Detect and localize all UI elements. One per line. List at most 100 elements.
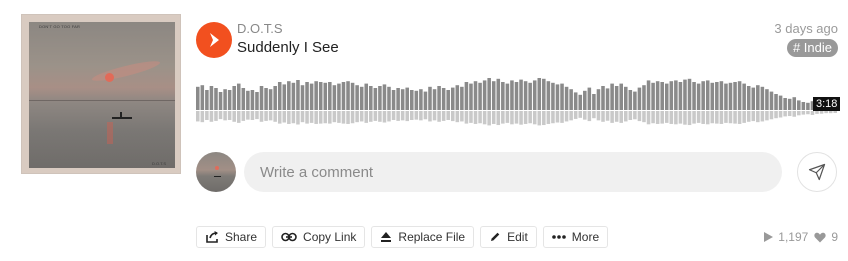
- waveform-bar: [318, 82, 323, 110]
- genre-tag[interactable]: # Indie: [786, 39, 838, 57]
- artist-name[interactable]: D.O.T.S: [237, 21, 283, 36]
- waveform-bar: [692, 82, 696, 110]
- more-button[interactable]: More: [542, 226, 609, 248]
- waveform-bar: [651, 82, 655, 110]
- waveform-bar: [624, 86, 628, 110]
- avatar-boat: [214, 176, 221, 177]
- waveform-bar: [450, 87, 455, 110]
- waveform-bar: [200, 85, 205, 110]
- waveform-bar: [646, 80, 651, 110]
- comment-input[interactable]: [244, 152, 782, 192]
- waveform-bar: [564, 86, 569, 110]
- waveform-bar: [382, 84, 387, 110]
- waveform-bar: [583, 90, 587, 110]
- waveform-bar: [314, 81, 318, 110]
- waveform-bar: [733, 82, 737, 110]
- waveform-reflection-bar: [328, 111, 332, 124]
- waveform-bar: [619, 83, 623, 110]
- waveform-reflection-bar: [428, 111, 432, 122]
- track-artwork[interactable]: DON'T GO TOO FAR D.O.T.S: [21, 14, 181, 174]
- waveform-reflection-bar: [742, 111, 746, 123]
- waveform-bar: [350, 82, 355, 110]
- like-count[interactable]: 9: [814, 230, 838, 244]
- waveform-reflection-bar: [505, 111, 510, 123]
- waveform-reflection-bar: [523, 111, 528, 124]
- user-avatar[interactable]: [196, 152, 236, 192]
- waveform-bar: [778, 95, 783, 110]
- waveform-bar: [241, 88, 246, 110]
- waveform-bar: [678, 82, 683, 110]
- copy-link-button[interactable]: Copy Link: [272, 226, 366, 248]
- waveform-bar: [551, 82, 555, 110]
- waveform-reflection-bar: [801, 111, 806, 115]
- waveform-reflection-bar: [724, 111, 728, 123]
- send-comment-button[interactable]: [797, 152, 837, 192]
- waveform-bar: [628, 90, 633, 110]
- waveform-bar: [296, 80, 300, 110]
- waveform-bar: [446, 90, 450, 110]
- waveform-reflection-bar: [605, 111, 610, 121]
- waveform-reflection-bar: [751, 111, 756, 122]
- waveform-reflection-bar: [715, 111, 719, 124]
- play-button[interactable]: [196, 22, 232, 58]
- waveform-bar: [223, 89, 227, 110]
- edit-button[interactable]: Edit: [480, 226, 537, 248]
- waveform-reflection-bar: [250, 111, 255, 120]
- waveform-reflection-bar: [824, 111, 828, 114]
- waveform-reflection-bar: [300, 111, 305, 123]
- waveform-bar: [505, 83, 510, 110]
- waveform-bar: [410, 90, 414, 110]
- waveform-reflection-bar: [227, 111, 232, 120]
- waveform-reflection-bar: [683, 111, 687, 125]
- waveform[interactable]: [196, 66, 838, 130]
- waveform-reflection-bar: [664, 111, 669, 123]
- track-title[interactable]: Suddenly I See: [237, 39, 339, 56]
- waveform-reflection-bar: [400, 111, 405, 121]
- waveform-reflection-bar: [209, 111, 214, 122]
- waveform-reflection-bar: [277, 111, 282, 124]
- waveform-bar: [569, 89, 573, 110]
- waveform-bar: [696, 83, 701, 110]
- waveform-bar: [560, 83, 564, 110]
- play-count-icon: [764, 232, 774, 242]
- waveform-reflection-bar: [218, 111, 223, 120]
- waveform-bar: [305, 82, 309, 110]
- artwork-sun: [105, 73, 114, 82]
- waveform-reflection-bar: [232, 111, 236, 122]
- waveform-bar: [419, 89, 423, 110]
- waveform-bar: [341, 82, 346, 110]
- waveform-reflection-bar: [350, 111, 355, 124]
- waveform-reflection-bar: [778, 111, 783, 118]
- waveform-reflection-bar: [637, 111, 642, 122]
- waveform-bar: [587, 87, 592, 110]
- artwork-cloud: [90, 57, 162, 85]
- waveform-bar: [246, 90, 250, 110]
- play-icon: [210, 33, 219, 47]
- waveform-bar: [719, 81, 724, 110]
- replace-file-button[interactable]: Replace File: [371, 226, 475, 248]
- waveform-reflection-bar: [719, 111, 724, 124]
- more-dots-icon: [551, 235, 566, 239]
- waveform-bar: [232, 86, 236, 110]
- waveform-reflection-bar: [369, 111, 373, 122]
- waveform-bar: [487, 78, 491, 110]
- waveform-reflection-bar: [496, 111, 501, 126]
- waveform-bar: [642, 85, 646, 110]
- waveform-reflection-bar: [291, 111, 296, 124]
- waveform-bar: [373, 88, 378, 110]
- waveform-reflection-bar: [296, 111, 300, 125]
- share-button[interactable]: Share: [196, 226, 267, 248]
- waveform-reflection-bar: [314, 111, 318, 124]
- waveform-bar: [546, 81, 551, 110]
- waveform-bar: [259, 86, 264, 110]
- waveform-reflection-bar: [373, 111, 378, 121]
- waveform-reflection-bar: [387, 111, 391, 122]
- waveform-bar: [801, 102, 806, 110]
- like-count-value: 9: [831, 230, 838, 244]
- avatar-sun: [215, 166, 219, 170]
- waveform-bar: [491, 81, 496, 110]
- waveform-reflection-bar: [587, 111, 592, 122]
- waveform-reflection-bar: [264, 111, 268, 121]
- waveform-reflection-bar: [378, 111, 382, 122]
- waveform-reflection-bar: [642, 111, 646, 123]
